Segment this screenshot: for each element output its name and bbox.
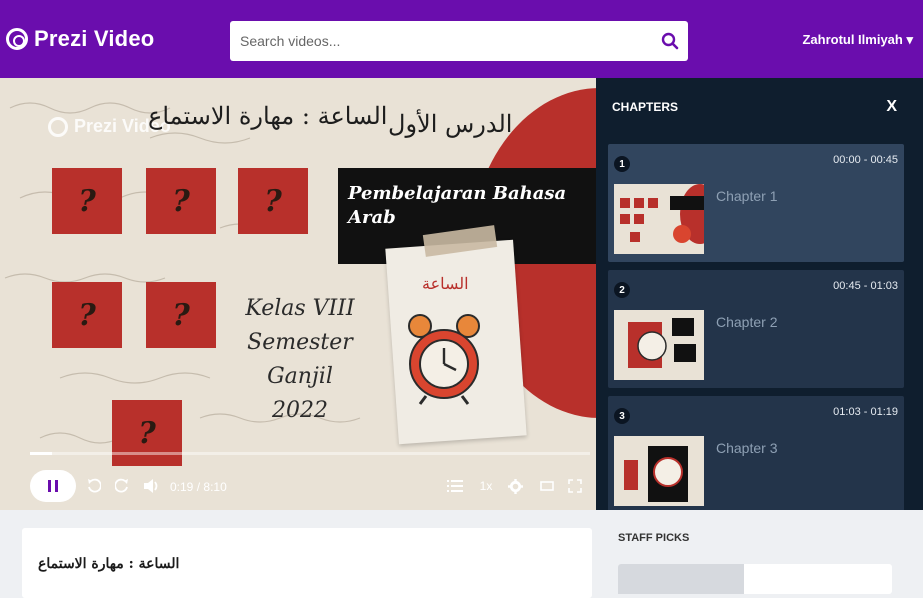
- player-controls: 0:19 / 8:10 1x: [0, 466, 596, 510]
- pause-icon: [48, 480, 58, 492]
- chapter-thumbnail: [614, 436, 704, 506]
- list-icon: [447, 480, 463, 492]
- theater-mode-button[interactable]: [538, 476, 556, 496]
- prezi-logo-icon: [6, 28, 28, 50]
- question-card: ?: [52, 168, 122, 234]
- progress-bar[interactable]: [30, 452, 590, 455]
- alarm-clock-icon: [408, 314, 480, 405]
- fullscreen-icon: [568, 479, 582, 493]
- chapter-number: 2: [614, 282, 630, 298]
- question-card: ?: [146, 168, 216, 234]
- question-card: ?: [238, 168, 308, 234]
- clock-label: الساعة: [422, 274, 469, 293]
- slide-heading-left: الساعة : مهارة الاستماع: [148, 102, 388, 130]
- slide-class-info: Kelas VIII Semester Ganjil 2022: [245, 296, 355, 423]
- chapter-thumbnail-image: [614, 310, 704, 380]
- chapter-item[interactable]: 2 00:45 - 01:03 Chapter 2: [608, 270, 904, 388]
- search-input[interactable]: [230, 21, 652, 61]
- fullscreen-button[interactable]: [566, 476, 584, 496]
- progress-fill: [30, 452, 52, 455]
- chapter-thumbnail-image: [614, 436, 704, 506]
- time-display: 0:19 / 8:10: [170, 480, 227, 494]
- chapters-button[interactable]: [446, 476, 464, 496]
- theater-icon: [540, 481, 554, 491]
- video-player[interactable]: Prezi Video الساعة : مهارة الاستماع الدر…: [0, 78, 596, 510]
- staff-picks-heading: STAFF PICKS: [618, 532, 690, 544]
- volume-icon: [144, 479, 158, 493]
- chapter-thumbnail-image: [614, 184, 704, 254]
- chapter-thumbnail: [614, 310, 704, 380]
- chapter-number: 1: [614, 156, 630, 172]
- question-card: ?: [112, 400, 182, 466]
- chapter-item[interactable]: 3 01:03 - 01:19 Chapter 3: [608, 396, 904, 510]
- speed-button[interactable]: 1x: [476, 476, 496, 496]
- rewind-button[interactable]: [86, 476, 102, 496]
- chapter-time-range: 00:00 - 00:45: [833, 154, 898, 166]
- close-chapters-button[interactable]: X: [886, 98, 897, 116]
- staff-pick-thumbnail: [618, 564, 744, 594]
- search-box: [230, 21, 688, 61]
- chapter-time-range: 00:45 - 01:03: [833, 280, 898, 292]
- chapter-number: 3: [614, 408, 630, 424]
- chapter-label: Chapter 1: [716, 188, 778, 204]
- gear-icon: [507, 478, 523, 494]
- video-info-card: الساعة : مهارة الاستماع: [22, 528, 592, 598]
- prezi-logo[interactable]: Prezi Video: [6, 26, 154, 52]
- chapter-thumbnail: [614, 184, 704, 254]
- brand-name: Prezi Video: [34, 26, 155, 51]
- forward-button[interactable]: [114, 476, 130, 496]
- video-title: الساعة : مهارة الاستماع: [38, 556, 180, 572]
- pause-button[interactable]: [30, 470, 76, 502]
- chapter-label: Chapter 2: [716, 314, 778, 330]
- forward-icon: [115, 478, 128, 493]
- chapter-item[interactable]: 1 00:00 - 00:45 Chapter 1: [608, 144, 904, 262]
- slide-heading-right: الدرس الأول: [388, 110, 513, 138]
- settings-button[interactable]: [506, 476, 524, 496]
- chapters-panel: CHAPTERS X 1 00:00 - 00:45 Chapter 1 2 0…: [596, 78, 923, 510]
- chapter-time-range: 01:03 - 01:19: [833, 406, 898, 418]
- chapter-label: Chapter 3: [716, 440, 778, 456]
- search-icon[interactable]: [652, 21, 688, 61]
- question-card: ?: [52, 282, 122, 348]
- volume-button[interactable]: [142, 476, 162, 496]
- rewind-icon: [88, 478, 101, 493]
- question-card: ?: [146, 282, 216, 348]
- chapters-title: CHAPTERS: [612, 100, 679, 114]
- slide-banner-text: Pembelajaran Bahasa Arab: [348, 183, 567, 228]
- prezi-watermark-icon: [48, 116, 68, 137]
- user-menu[interactable]: Zahrotul Ilmiyah ▾: [802, 32, 913, 48]
- top-bar: Prezi Video Zahrotul Ilmiyah ▾: [0, 0, 923, 78]
